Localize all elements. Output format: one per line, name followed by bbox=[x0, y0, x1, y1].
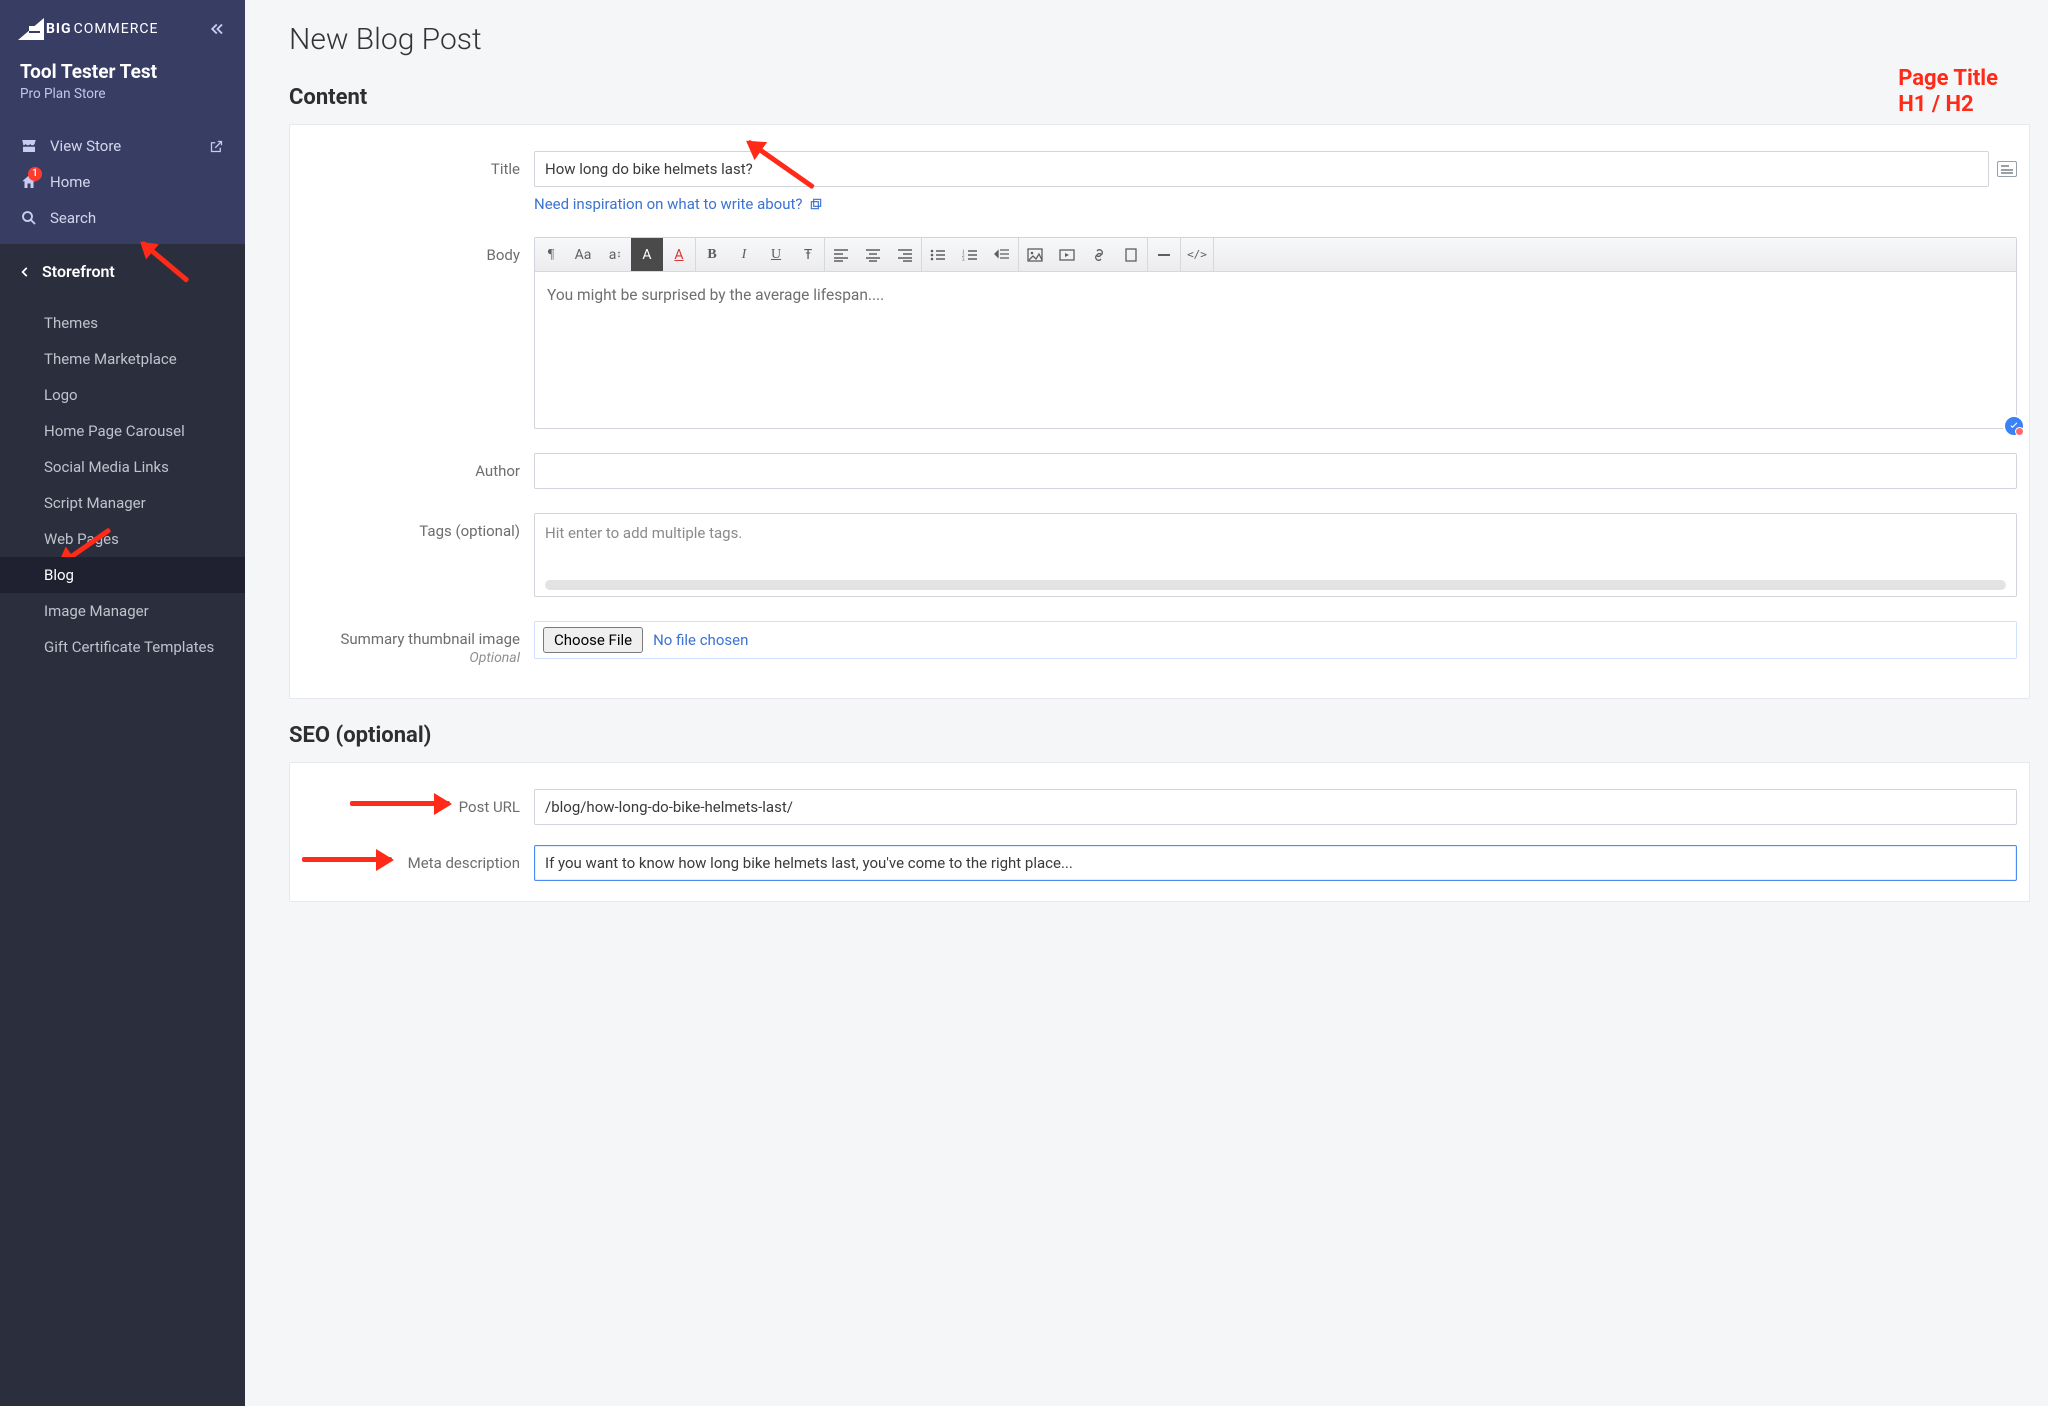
subpanel-header-label: Storefront bbox=[42, 262, 115, 281]
subpanel-back[interactable]: Storefront bbox=[0, 244, 245, 299]
tb-align-right-icon[interactable] bbox=[889, 238, 921, 271]
tags-label: Tags (optional) bbox=[302, 513, 520, 541]
svg-text:3: 3 bbox=[962, 258, 965, 262]
tb-font-case-icon[interactable]: Aa bbox=[567, 238, 599, 271]
sidebar-item-social-media-links[interactable]: Social Media Links bbox=[0, 449, 245, 485]
tb-hr-icon[interactable] bbox=[1148, 238, 1180, 271]
nav-home-label: Home bbox=[50, 173, 90, 191]
choose-file-button[interactable]: Choose File bbox=[543, 627, 643, 653]
nav-view-store[interactable]: View Store bbox=[0, 128, 245, 164]
content-panel: Title Need inspiration on what to write … bbox=[289, 124, 2030, 699]
tb-image-icon[interactable] bbox=[1019, 238, 1051, 271]
nav-home[interactable]: 1 Home bbox=[0, 164, 245, 200]
inspiration-link-text: Need inspiration on what to write about? bbox=[534, 195, 803, 213]
popup-icon bbox=[809, 197, 823, 211]
tb-align-left-icon[interactable] bbox=[825, 238, 857, 271]
inspiration-link[interactable]: Need inspiration on what to write about? bbox=[534, 195, 823, 213]
meta-label: Meta description bbox=[408, 854, 520, 872]
main-content: New Blog Post Content Title Need inspira… bbox=[245, 0, 2048, 1406]
body-textarea[interactable]: You might be surprised by the average li… bbox=[535, 272, 2016, 428]
post-url-input[interactable] bbox=[534, 789, 2017, 825]
body-text: You might be surprised by the average li… bbox=[547, 286, 884, 304]
author-label: Author bbox=[302, 453, 520, 481]
thumb-sub: Optional bbox=[302, 649, 520, 668]
tags-placeholder: Hit enter to add multiple tags. bbox=[545, 524, 2006, 542]
logo-text-left: BIG bbox=[46, 21, 72, 37]
tb-bold-icon[interactable]: B bbox=[696, 238, 728, 271]
sidebar: BIG COMMERCE Tool Tester Test Pro Plan S… bbox=[0, 0, 245, 1406]
sidebar-item-blog[interactable]: Blog bbox=[0, 557, 245, 593]
store-icon bbox=[20, 137, 38, 155]
annotation-arrow-url bbox=[350, 801, 450, 806]
assistant-badge-icon[interactable] bbox=[2003, 415, 2025, 437]
thumb-label: Summary thumbnail image bbox=[341, 630, 521, 648]
tags-input[interactable]: Hit enter to add multiple tags. bbox=[534, 513, 2017, 597]
tb-italic-icon[interactable]: I bbox=[728, 238, 760, 271]
section-seo: SEO (optional) bbox=[289, 723, 2030, 748]
nav-search[interactable]: Search bbox=[0, 200, 245, 236]
tb-font-size-icon[interactable]: a↕ bbox=[599, 238, 631, 271]
sidebar-item-web-pages[interactable]: Web Pages bbox=[0, 521, 245, 557]
sidebar-item-script-manager[interactable]: Script Manager bbox=[0, 485, 245, 521]
nav-search-label: Search bbox=[50, 209, 96, 227]
sidebar-item-theme-marketplace[interactable]: Theme Marketplace bbox=[0, 341, 245, 377]
store-plan: Pro Plan Store bbox=[20, 86, 225, 102]
tb-text-color-icon[interactable]: A bbox=[663, 238, 695, 271]
tb-page-icon[interactable] bbox=[1115, 238, 1147, 271]
chevron-left-icon bbox=[18, 265, 32, 279]
tb-video-icon[interactable] bbox=[1051, 238, 1083, 271]
tb-outdent-icon[interactable] bbox=[986, 238, 1018, 271]
meta-card-icon[interactable] bbox=[1997, 161, 2017, 177]
body-label: Body bbox=[302, 237, 520, 265]
tb-paragraph-icon[interactable]: ¶ bbox=[535, 238, 567, 271]
page-title: New Blog Post bbox=[289, 22, 2030, 57]
tb-code-icon[interactable]: </> bbox=[1181, 238, 1213, 271]
author-input[interactable] bbox=[534, 453, 2017, 489]
section-content: Content bbox=[289, 85, 2030, 110]
tb-strike-icon[interactable]: Ŧ bbox=[792, 238, 824, 271]
sidebar-item-image-manager[interactable]: Image Manager bbox=[0, 593, 245, 629]
search-icon bbox=[20, 209, 38, 227]
brand-logo: BIG COMMERCE bbox=[18, 18, 158, 40]
logo-text-right: COMMERCE bbox=[74, 21, 159, 37]
meta-input[interactable] bbox=[534, 845, 2017, 881]
tb-underline-icon[interactable]: U bbox=[760, 238, 792, 271]
logo-mark-icon bbox=[18, 18, 44, 40]
sidebar-subpanel: Storefront ThemesTheme MarketplaceLogoHo… bbox=[0, 244, 245, 1406]
body-editor: ¶ Aa a↕ A A B I U Ŧ bbox=[534, 237, 2017, 429]
title-label: Title bbox=[302, 151, 520, 179]
file-status: No file chosen bbox=[653, 631, 748, 649]
external-link-icon bbox=[207, 137, 225, 155]
sidebar-item-themes[interactable]: Themes bbox=[0, 305, 245, 341]
file-picker: Choose File No file chosen bbox=[534, 621, 2017, 659]
nav-view-store-label: View Store bbox=[50, 137, 121, 155]
home-badge: 1 bbox=[28, 167, 42, 181]
tb-text-bg-icon[interactable]: A bbox=[631, 238, 663, 271]
seo-panel: Post URL Meta description bbox=[289, 762, 2030, 902]
sidebar-item-gift-certificate-templates[interactable]: Gift Certificate Templates bbox=[0, 629, 245, 665]
annotation-arrow-storefront bbox=[140, 241, 189, 283]
post-url-label: Post URL bbox=[459, 798, 520, 816]
annotation-arrow-meta bbox=[302, 857, 392, 862]
tags-scrollbar[interactable] bbox=[545, 580, 2006, 590]
sidebar-item-home-page-carousel[interactable]: Home Page Carousel bbox=[0, 413, 245, 449]
tb-list-ol-icon[interactable]: 123 bbox=[954, 238, 986, 271]
collapse-sidebar-icon[interactable] bbox=[207, 20, 225, 38]
editor-toolbar: ¶ Aa a↕ A A B I U Ŧ bbox=[535, 238, 2016, 272]
tb-align-center-icon[interactable] bbox=[857, 238, 889, 271]
store-name: Tool Tester Test bbox=[20, 60, 225, 83]
tb-link-icon[interactable] bbox=[1083, 238, 1115, 271]
sidebar-item-logo[interactable]: Logo bbox=[0, 377, 245, 413]
tb-list-ul-icon[interactable] bbox=[922, 238, 954, 271]
